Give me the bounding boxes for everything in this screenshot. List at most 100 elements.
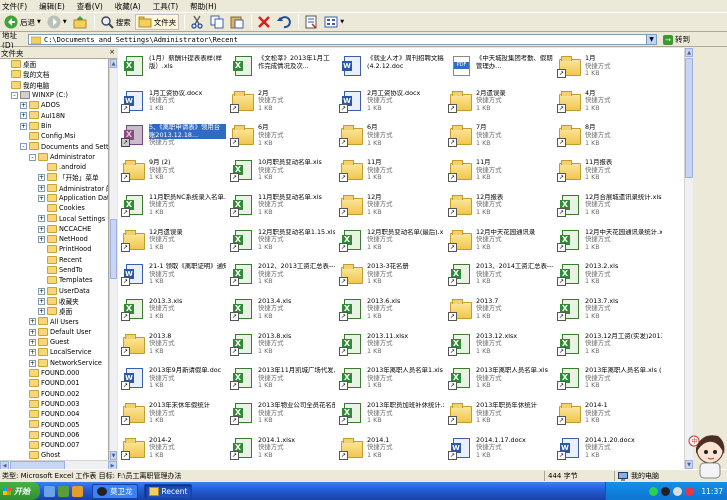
- start-button[interactable]: 开始: [0, 482, 40, 500]
- tree-item[interactable]: Templates: [0, 275, 108, 285]
- file-item[interactable]: ↗12月职员变动名单(最后).xlsx快捷方式1 KB: [336, 224, 444, 258]
- expand-icon[interactable]: +: [38, 194, 45, 202]
- back-button[interactable]: 后退 ▼: [2, 14, 43, 30]
- tree-item[interactable]: + 「开始」菜单: [0, 172, 108, 182]
- tree-item[interactable]: Cookies: [0, 203, 108, 213]
- expand-icon[interactable]: +: [38, 236, 45, 244]
- file-item[interactable]: ↗2014.1.xlsx快捷方式1 KB: [227, 432, 335, 466]
- expand-icon[interactable]: +: [38, 308, 45, 316]
- file-item[interactable]: ↗2013.12月工资(实发)2013.1月工资).xls快捷方式1 KB: [554, 328, 662, 362]
- task-qq-chat[interactable]: 莫卫龙: [92, 483, 138, 499]
- file-item[interactable]: ↗2013年11月凯城广场代发人员劳务费...快捷方式1 KB: [227, 362, 335, 396]
- expand-icon[interactable]: +: [38, 287, 45, 295]
- views-button[interactable]: ▼: [322, 14, 346, 30]
- tree-horizontal-scrollbar[interactable]: ◀ ▶: [0, 460, 117, 470]
- tree-item[interactable]: + Default User: [0, 327, 108, 337]
- file-item[interactable]: ↗2013.3.xls快捷方式1 KB: [118, 293, 226, 327]
- file-item[interactable]: ↗ 2014-1 快捷方式 1 KB: [554, 397, 662, 431]
- collapse-icon[interactable]: -: [20, 143, 27, 151]
- tree-item[interactable]: + Bin: [0, 121, 108, 131]
- up-folder-button[interactable]: [71, 14, 89, 30]
- menu-item[interactable]: 文件(F): [0, 1, 33, 12]
- close-icon[interactable]: ×: [109, 48, 115, 56]
- menu-item[interactable]: 查看(V): [71, 1, 109, 12]
- expand-icon[interactable]: +: [29, 359, 36, 367]
- tree-item[interactable]: SendTo: [0, 265, 108, 275]
- expand-icon[interactable]: +: [38, 297, 45, 305]
- file-item[interactable]: ↗2013年离职人员名单.xls (2)快捷方式1 KB: [554, 362, 662, 396]
- scroll-down-icon[interactable]: ▼: [110, 451, 117, 460]
- file-item[interactable]: ↗2013.8.xls快捷方式1 KB: [227, 328, 335, 362]
- menu-item[interactable]: 工具(T): [147, 1, 184, 12]
- forward-button[interactable]: ▼: [45, 14, 69, 30]
- tree-item[interactable]: 桌面: [0, 59, 108, 69]
- tree-item[interactable]: + 收藏夹: [0, 296, 108, 306]
- file-item[interactable]: ↗ 2014.1 快捷方式 1 KB: [336, 432, 444, 466]
- file-item[interactable]: ↗2013.4.xls快捷方式1 KB: [227, 293, 335, 327]
- file-item[interactable]: ↗2013.7.xls快捷方式1 KB: [554, 293, 662, 327]
- go-button[interactable]: → 转到: [663, 34, 690, 45]
- qq-tray-icon[interactable]: [661, 486, 671, 496]
- file-item[interactable]: 《文松莘》2013年1月工作完成情况及次...: [227, 50, 335, 84]
- expand-icon[interactable]: +: [20, 102, 27, 110]
- file-item[interactable]: ↗2013.11.xlsx快捷方式1 KB: [336, 328, 444, 362]
- file-item[interactable]: ↗ 11月报表 快捷方式 1 KB: [554, 154, 662, 188]
- network-icon[interactable]: [649, 486, 659, 496]
- file-item[interactable]: ↗ 12月报表 快捷方式 1 KB: [445, 189, 553, 223]
- chevron-down-icon[interactable]: ▼: [340, 19, 344, 25]
- expand-icon[interactable]: +: [29, 339, 36, 347]
- app-icon[interactable]: [72, 485, 83, 497]
- scroll-up-icon[interactable]: ▲: [685, 48, 693, 57]
- file-item[interactable]: 《就业人才》周刊招聘文稿(4.2.12.doc: [336, 50, 444, 84]
- file-item[interactable]: ↗ 6月 快捷方式 1 KB: [336, 119, 444, 153]
- file-item[interactable]: ↗2014.1.20.docx快捷方式1 KB: [554, 432, 662, 466]
- chevron-down-icon[interactable]: ▼: [63, 19, 67, 25]
- tree-item[interactable]: + Application Data: [0, 193, 108, 203]
- tree-item[interactable]: FOUND.002: [0, 389, 108, 399]
- file-item[interactable]: ↗2013年职员加班补休统计.xls快捷方式1 KB: [336, 397, 444, 431]
- expand-icon[interactable]: +: [38, 174, 45, 182]
- tree-item[interactable]: PrintHood: [0, 244, 108, 254]
- tree-item[interactable]: FOUND.006: [0, 430, 108, 440]
- tree-item[interactable]: - Documents and Settings: [0, 141, 108, 151]
- file-item[interactable]: ↗ 2014-2 快捷方式 1 KB: [118, 432, 226, 466]
- menu-item[interactable]: 帮助(H): [184, 1, 223, 12]
- menu-item[interactable]: 编辑(E): [33, 1, 71, 12]
- tree-item[interactable]: Config.Msi: [0, 131, 108, 141]
- tree-item[interactable]: FOUND.004: [0, 409, 108, 419]
- file-item[interactable]: ↗11月职员NC系统录入名单.xls快捷方式1 KB: [118, 189, 226, 223]
- expand-icon[interactable]: +: [38, 184, 45, 192]
- expand-icon[interactable]: +: [20, 112, 27, 120]
- file-item[interactable]: ↗ 7月 快捷方式 1 KB: [445, 119, 553, 153]
- tree-item[interactable]: 我的电脑: [0, 80, 108, 90]
- search-button[interactable]: 搜索: [98, 14, 133, 30]
- security-icon[interactable]: [685, 486, 695, 496]
- file-item[interactable]: ↗21-1 领取《离职证明》通知单.docx快捷方式1 KB: [118, 258, 226, 292]
- file-item[interactable]: ↗ 4月 快捷方式 1 KB: [554, 85, 662, 119]
- scrollbar-thumb[interactable]: [685, 58, 693, 178]
- tree-item[interactable]: + NetHood: [0, 234, 108, 244]
- file-item[interactable]: ↗2013.6.xls快捷方式1 KB: [336, 293, 444, 327]
- tree-vertical-scrollbar[interactable]: ▲ ▼: [109, 59, 117, 460]
- file-list-scrollbar[interactable]: ▲ ▼: [684, 48, 693, 469]
- file-item[interactable]: (1月）薪酬计提表表样(样版）.xls: [118, 50, 226, 84]
- file-item[interactable]: ↗2013.12.xlsx快捷方式1 KB: [445, 328, 553, 362]
- expand-icon[interactable]: +: [38, 225, 45, 233]
- file-item[interactable]: ↗ 12月中天花园通讯录 快捷方式 1 KB: [445, 224, 553, 258]
- expand-icon[interactable]: +: [38, 215, 45, 223]
- file-item[interactable]: ↗ 2月遗误录 快捷方式 1 KB: [445, 85, 553, 119]
- collapse-icon[interactable]: -: [11, 91, 18, 99]
- tree-item[interactable]: FOUND.005: [0, 419, 108, 429]
- copy-button[interactable]: [208, 14, 226, 30]
- file-item[interactable]: ↗2013年离职人员名单1.xls快捷方式1 KB: [336, 362, 444, 396]
- file-item[interactable]: ↗ 9月 (2) 快捷方式 1 KB: [118, 154, 226, 188]
- tree-item[interactable]: + LocalService: [0, 347, 108, 357]
- tree-item[interactable]: + UserData: [0, 286, 108, 296]
- file-item[interactable]: ↗12月职员变动名单1.15.xls快捷方式1 KB: [227, 224, 335, 258]
- tree-item[interactable]: 我的文档: [0, 69, 108, 79]
- tree-item[interactable]: + NetworkService: [0, 358, 108, 368]
- tree-item[interactable]: + AuI18N: [0, 110, 108, 120]
- file-item[interactable]: ↗2012、2013工资汇总表----物业《专...快捷方式1 KB: [227, 258, 335, 292]
- expand-icon[interactable]: +: [29, 318, 36, 326]
- paste-button[interactable]: [228, 14, 246, 30]
